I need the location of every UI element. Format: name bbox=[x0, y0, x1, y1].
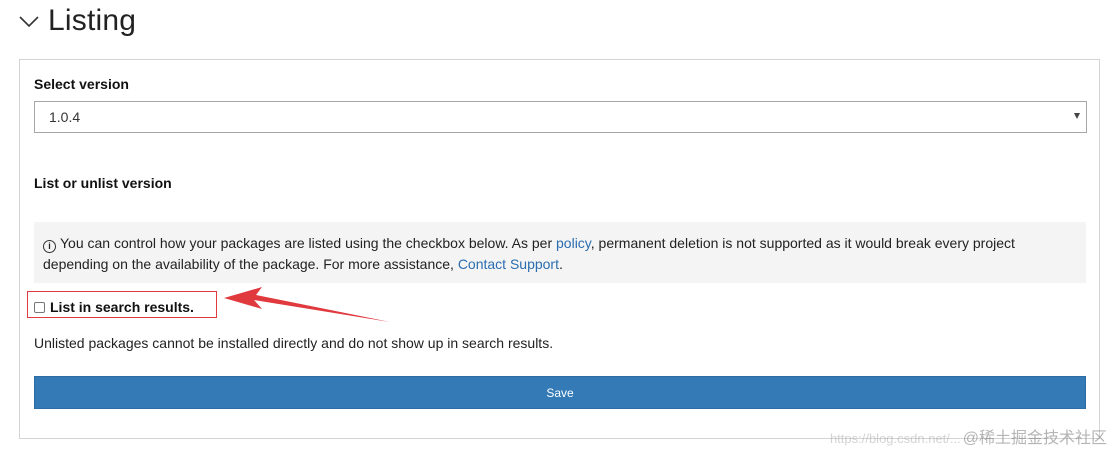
info-message: i You can control how your packages are l… bbox=[34, 222, 1086, 283]
watermark: https://blog.csdn.net/... @稀土掘金技术社区 bbox=[830, 424, 1107, 448]
list-in-search-checkbox[interactable] bbox=[34, 301, 45, 313]
select-version-label: Select version bbox=[34, 76, 129, 92]
watermark-brand: @稀土掘金技术社区 bbox=[962, 430, 1107, 447]
unlisted-note: Unlisted packages cannot be installed di… bbox=[34, 335, 554, 351]
version-select-value: 1.0.4 bbox=[49, 109, 81, 125]
list-in-search-label[interactable]: List in search results. bbox=[50, 299, 194, 315]
info-text-3: . bbox=[558, 256, 563, 272]
info-text-1: You can control how your packages are li… bbox=[60, 235, 557, 251]
list-unlist-label: List or unlist version bbox=[34, 175, 172, 191]
version-select[interactable]: 1.0.4 bbox=[34, 101, 1087, 133]
chevron-down-icon[interactable] bbox=[18, 10, 40, 32]
policy-link[interactable]: policy bbox=[556, 235, 591, 251]
listing-section-header[interactable]: Listing bbox=[18, 0, 136, 42]
watermark-url: https://blog.csdn.net/... bbox=[829, 431, 961, 446]
list-in-search-row[interactable]: List in search results. bbox=[34, 298, 194, 316]
info-icon: i bbox=[43, 240, 56, 253]
page: Listing Select version 1.0.4 List or unl… bbox=[0, 0, 1119, 458]
save-button[interactable]: Save bbox=[34, 376, 1086, 409]
dropdown-caret-icon bbox=[1074, 113, 1080, 119]
section-title: Listing bbox=[48, 4, 137, 37]
contact-support-link[interactable]: Contact Support bbox=[458, 256, 559, 272]
